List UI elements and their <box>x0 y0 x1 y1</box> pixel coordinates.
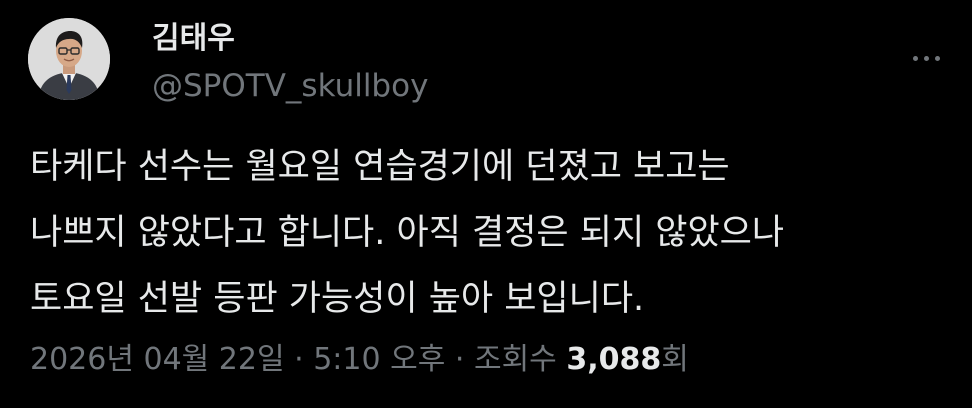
tweet-text: 타케다 선수는 월요일 연습경기에 던졌고 보고는 나쁘지 않았다고 합니다. … <box>30 134 945 332</box>
tweet-text-line: 나쁘지 않았다고 합니다. 아직 결정은 되지 않았으나 <box>30 213 785 253</box>
author-handle[interactable]: @SPOTV_skullboy <box>152 66 428 106</box>
views-suffix: 회 <box>661 342 689 377</box>
avatar-image <box>28 18 110 100</box>
tweet-text-line: 토요일 선발 등판 가능성이 높아 보입니다. <box>30 279 645 319</box>
avatar[interactable] <box>28 18 110 100</box>
meta-separator: · <box>294 342 304 377</box>
meta-separator: · <box>454 342 465 377</box>
tweet-text-line: 타케다 선수는 월요일 연습경기에 던졌고 보고는 <box>30 147 730 187</box>
author-display-name[interactable]: 김태우 <box>152 20 235 58</box>
tweet: 김태우 @SPOTV_skullboy 타케다 선수는 월요일 연습경기에 던졌… <box>0 0 972 408</box>
more-horizontal-icon <box>912 55 940 61</box>
views-label: 조회수 <box>473 342 557 377</box>
more-options-button[interactable] <box>904 36 948 80</box>
tweet-time[interactable]: 5:10 오후 <box>313 342 445 377</box>
tweet-meta: 2026년 04월 22일 · 5:10 오후 · 조회수 3,088회 <box>30 340 689 380</box>
views-count: 3,088 <box>566 342 662 377</box>
tweet-date[interactable]: 2026년 04월 22일 <box>30 342 285 377</box>
